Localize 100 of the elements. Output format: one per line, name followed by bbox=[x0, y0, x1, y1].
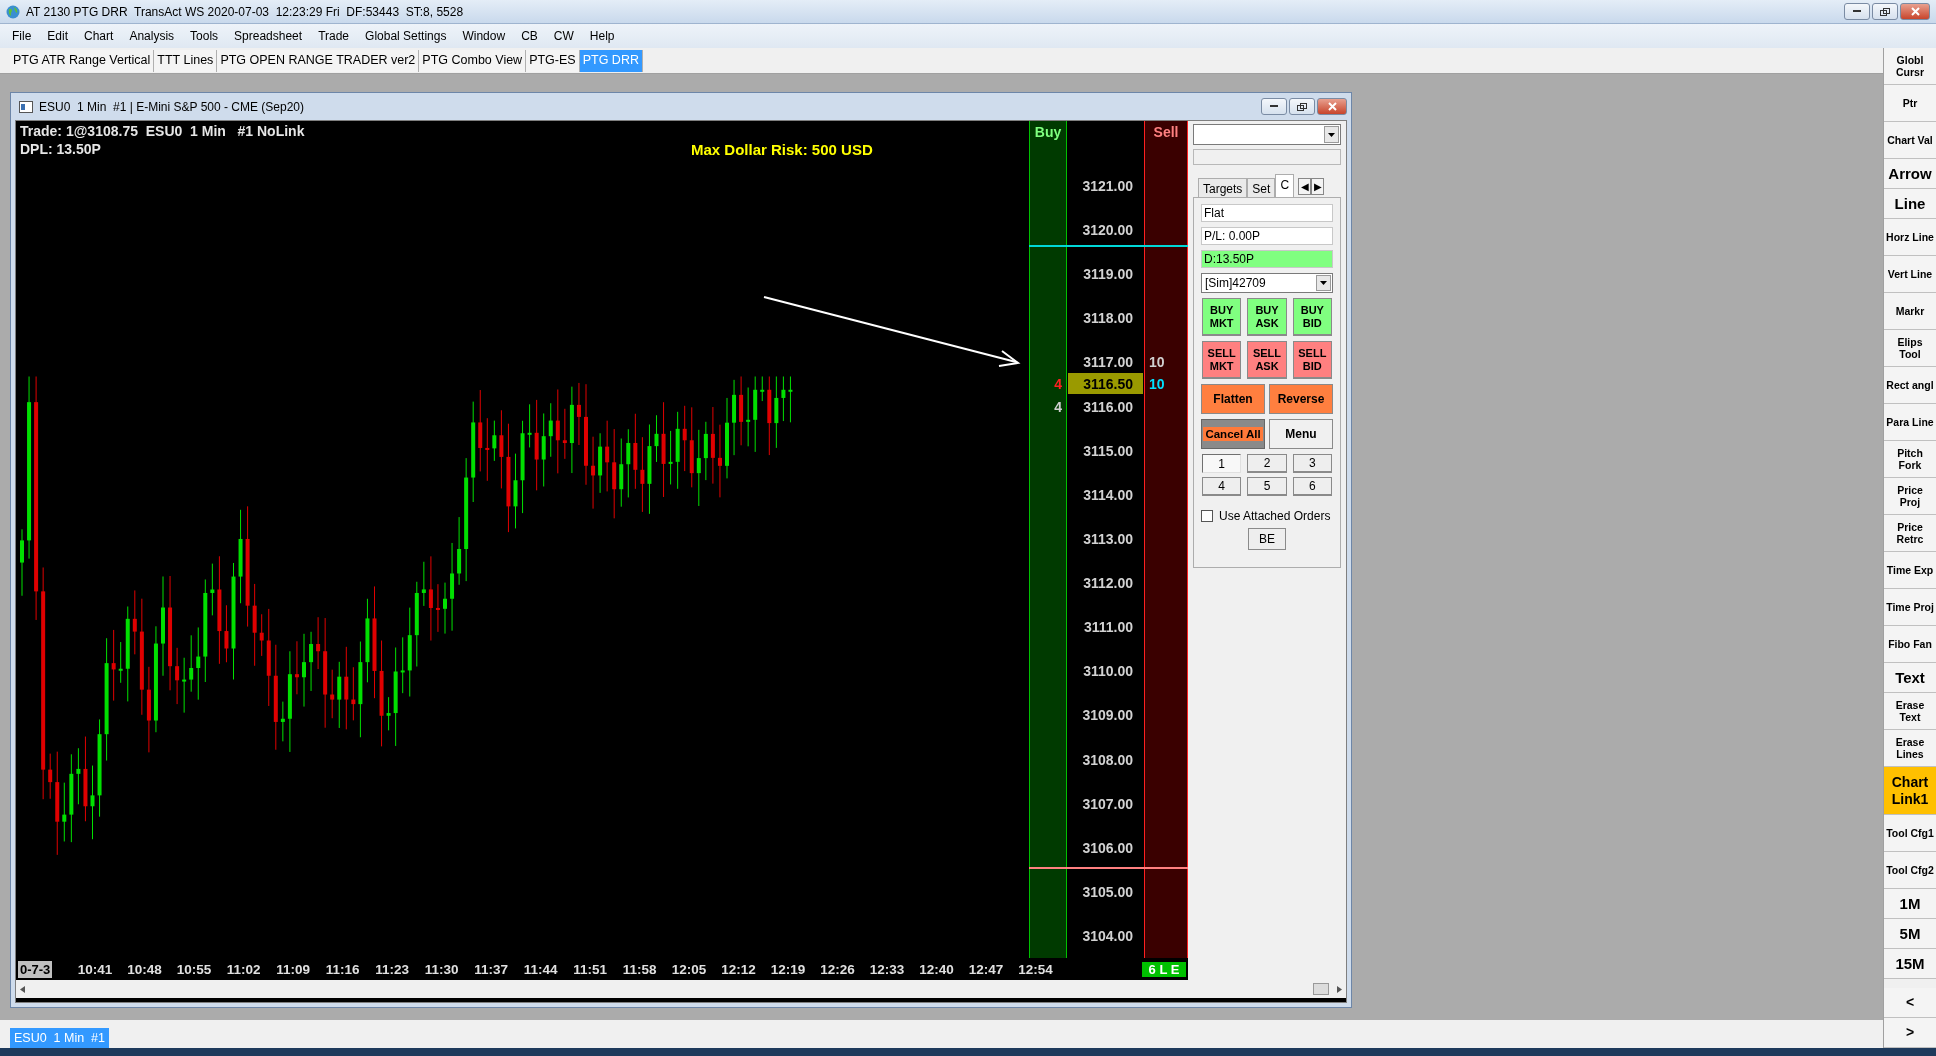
caret-icon bbox=[1320, 281, 1327, 285]
tool-button[interactable]: 1M bbox=[1884, 889, 1936, 919]
candle bbox=[562, 408, 567, 460]
tool-button[interactable]: Chart Link1 bbox=[1884, 767, 1936, 815]
menu-item[interactable]: Global Settings bbox=[357, 29, 455, 43]
quantity-button[interactable]: 3 bbox=[1292, 454, 1332, 473]
scroll-left-icon bbox=[20, 985, 25, 993]
account-dropdown[interactable]: [Sim]42709 bbox=[1201, 273, 1333, 293]
close-button[interactable] bbox=[1317, 98, 1347, 115]
quantity-button[interactable]: 5 bbox=[1247, 477, 1287, 496]
tool-button[interactable]: < bbox=[1884, 988, 1936, 1018]
quantity-button[interactable]: 4 bbox=[1202, 477, 1242, 496]
buy-button[interactable]: BUY MKT bbox=[1202, 298, 1242, 336]
menu-item[interactable]: Analysis bbox=[121, 29, 183, 43]
risk-text: Max Dollar Risk: 500 USD bbox=[691, 141, 873, 158]
tool-button[interactable]: Globl Cursr bbox=[1884, 48, 1936, 85]
menu-item[interactable]: Spreadsheet bbox=[226, 29, 311, 43]
quantity-button[interactable]: 6 bbox=[1292, 477, 1332, 496]
tool-button[interactable]: Chart Val bbox=[1884, 122, 1936, 159]
quantity-button[interactable]: 2 bbox=[1247, 454, 1287, 473]
sell-button[interactable]: SELL BID bbox=[1292, 341, 1332, 379]
tool-button[interactable]: Tool Cfg1 bbox=[1884, 815, 1936, 852]
tool-button[interactable]: Pitch Fork bbox=[1884, 441, 1936, 478]
chartbook-tab[interactable]: PTG Combo View bbox=[419, 49, 527, 72]
price-label: 3107.00 bbox=[1082, 795, 1133, 812]
menu-item[interactable]: Chart bbox=[76, 29, 122, 43]
window-title: AT 2130 PTG DRR TransAct WS 2020-07-03 12:23:29 Fri DF:53443 ST:8, 5528 bbox=[26, 4, 465, 19]
panel-tab[interactable]: Targets bbox=[1198, 178, 1248, 198]
candle bbox=[62, 782, 67, 842]
menu-item[interactable]: Trade bbox=[310, 29, 358, 43]
tool-button[interactable]: Time Proj bbox=[1884, 589, 1936, 626]
menu-button[interactable]: Menu bbox=[1269, 419, 1333, 449]
text-field[interactable] bbox=[1193, 149, 1341, 165]
tool-button[interactable]: Erase Lines bbox=[1884, 730, 1936, 767]
tool-button[interactable]: Arrow bbox=[1884, 159, 1936, 189]
candle bbox=[189, 634, 194, 693]
tool-button[interactable]: 15M bbox=[1884, 949, 1936, 979]
menu-item[interactable]: Edit bbox=[39, 29, 77, 43]
tool-button[interactable]: 5M bbox=[1884, 919, 1936, 949]
panel-tab[interactable]: C bbox=[1275, 174, 1295, 198]
cancel-all-button[interactable]: Cancel All bbox=[1201, 419, 1265, 449]
flatten-button[interactable]: Flatten bbox=[1201, 384, 1265, 414]
quantity-button[interactable]: 1 bbox=[1202, 454, 1242, 473]
tool-button[interactable]: Rect angl bbox=[1884, 367, 1936, 404]
chart-info-text: DPL: 13.50P bbox=[20, 140, 102, 158]
reverse-button[interactable]: Reverse bbox=[1269, 384, 1333, 414]
minimize-button[interactable] bbox=[1261, 98, 1287, 115]
dpl-field: D:13.50P bbox=[1201, 250, 1333, 268]
time-label: 11:37 bbox=[473, 961, 509, 977]
menu-item[interactable]: Window bbox=[454, 29, 514, 43]
tool-button[interactable]: Tool Cfg2 bbox=[1884, 852, 1936, 889]
menu-item[interactable]: CW bbox=[545, 29, 582, 43]
breakeven-button[interactable]: BE bbox=[1248, 528, 1286, 550]
tool-button[interactable]: Line bbox=[1884, 189, 1936, 219]
chartbook-tab[interactable]: TTT Lines bbox=[154, 49, 218, 72]
tool-button[interactable]: Markr bbox=[1884, 293, 1936, 330]
restore-button[interactable] bbox=[1872, 3, 1898, 20]
tool-button[interactable]: Time Exp bbox=[1884, 552, 1936, 589]
time-label: 12:12 bbox=[720, 961, 757, 977]
horizontal-scrollbar[interactable] bbox=[16, 980, 1346, 998]
menu-item[interactable]: File bbox=[4, 29, 40, 43]
buy-button[interactable]: BUY BID bbox=[1292, 298, 1332, 336]
tool-button[interactable]: Erase Text bbox=[1884, 693, 1936, 730]
menu-item[interactable]: CB bbox=[513, 29, 546, 43]
scroll-tabs-button[interactable]: ▶ bbox=[1311, 178, 1325, 195]
time-label: 12:54 bbox=[1017, 961, 1054, 977]
price-label: 3121.00 bbox=[1082, 177, 1133, 194]
candle bbox=[421, 561, 426, 607]
tool-button[interactable]: Text bbox=[1884, 663, 1936, 693]
tool-button[interactable]: Price Retrc bbox=[1884, 515, 1936, 552]
sell-button[interactable]: SELL ASK bbox=[1247, 341, 1287, 379]
dropdown[interactable] bbox=[1193, 124, 1341, 145]
scroll-tabs-button[interactable]: ◀ bbox=[1298, 178, 1312, 195]
tool-button[interactable]: Elips Tool bbox=[1884, 330, 1936, 367]
candle bbox=[132, 589, 137, 655]
sell-button[interactable]: SELL MKT bbox=[1202, 341, 1242, 379]
menu-item[interactable]: Help bbox=[581, 29, 623, 43]
panel-tab[interactable]: Set bbox=[1247, 178, 1276, 198]
tool-button[interactable]: > bbox=[1884, 1018, 1936, 1048]
candle bbox=[739, 376, 744, 446]
buy-button[interactable]: BUY ASK bbox=[1247, 298, 1287, 336]
chartbook-tab[interactable]: PTG OPEN RANGE TRADER ver2 bbox=[217, 49, 420, 72]
tool-button[interactable]: Ptr bbox=[1884, 85, 1936, 122]
candle bbox=[48, 753, 53, 800]
tool-button[interactable]: Price Proj bbox=[1884, 478, 1936, 515]
tool-button[interactable]: Fibo Fan bbox=[1884, 626, 1936, 663]
menu-item[interactable]: Tools bbox=[182, 29, 227, 43]
tool-button[interactable]: Para Line bbox=[1884, 404, 1936, 441]
time-label: 12:05 bbox=[670, 961, 708, 977]
close-button[interactable] bbox=[1900, 3, 1930, 20]
chartbook-tab[interactable]: PTG ATR Range Vertical bbox=[10, 49, 155, 72]
scroll-thumb[interactable] bbox=[1313, 983, 1329, 995]
chartbook-tab[interactable]: PTG-ES bbox=[526, 49, 580, 72]
price-label: 3112.00 bbox=[1083, 575, 1133, 591]
minimize-button[interactable] bbox=[1844, 3, 1870, 20]
restore-button[interactable] bbox=[1289, 98, 1315, 115]
tool-button[interactable]: Vert Line bbox=[1884, 256, 1936, 293]
tool-button[interactable]: Horz Line bbox=[1884, 219, 1936, 256]
checkbox[interactable] bbox=[1201, 510, 1213, 522]
bid-size: 4 bbox=[1054, 398, 1062, 415]
